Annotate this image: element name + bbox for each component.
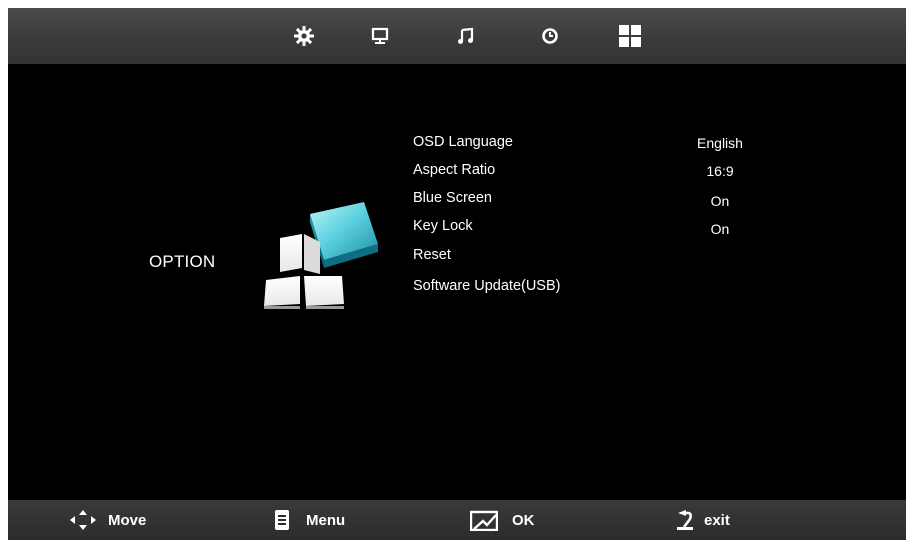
value-aspect-ratio: 16:9 (706, 163, 734, 179)
hint-bar: Move Menu OK exit (8, 500, 906, 540)
menu-item-blue-screen[interactable]: Blue Screen (413, 190, 492, 206)
clock-icon (542, 28, 558, 44)
tab-picture-settings[interactable] (290, 22, 318, 50)
monitor-icon (371, 27, 389, 44)
hint-move[interactable]: Move (68, 500, 146, 540)
menu-item-key-lock[interactable]: Key Lock (413, 218, 473, 234)
value-blue-screen: On (710, 193, 730, 209)
option-tiles-icon (264, 202, 378, 309)
hint-menu[interactable]: Menu (274, 500, 345, 540)
tv-osd-screen: OPTION OSD Language English Aspect Ratio… (8, 8, 906, 540)
category-title: OPTION (149, 252, 216, 271)
tab-sound[interactable] (452, 22, 480, 50)
hint-exit[interactable]: exit (676, 500, 730, 540)
music-note-icon (458, 27, 474, 44)
menu-list-icon (275, 510, 289, 530)
value-key-lock: On (710, 221, 730, 237)
return-arrow-icon (677, 510, 693, 530)
menu-tab-bar (8, 8, 906, 64)
hint-menu-label: Menu (306, 511, 346, 529)
gear-icon (294, 26, 314, 46)
tab-time[interactable] (536, 22, 564, 50)
value-osd-language: English (697, 135, 743, 151)
menu-item-aspect-ratio[interactable]: Aspect Ratio (413, 162, 495, 178)
hint-ok-label: OK (512, 511, 535, 529)
grid-icon (619, 25, 641, 47)
tab-screen[interactable] (366, 22, 394, 50)
tab-option[interactable] (616, 22, 644, 50)
hint-ok[interactable]: OK (470, 500, 535, 540)
menu-item-software-update[interactable]: Software Update(USB) (413, 278, 560, 294)
menu-item-osd-language[interactable]: OSD Language (413, 134, 513, 150)
hint-move-label: Move (108, 511, 147, 529)
ok-check-icon (470, 510, 498, 531)
menu-item-reset[interactable]: Reset (413, 247, 451, 263)
arrows-move-icon (70, 510, 96, 530)
hint-exit-label: exit (704, 511, 730, 529)
